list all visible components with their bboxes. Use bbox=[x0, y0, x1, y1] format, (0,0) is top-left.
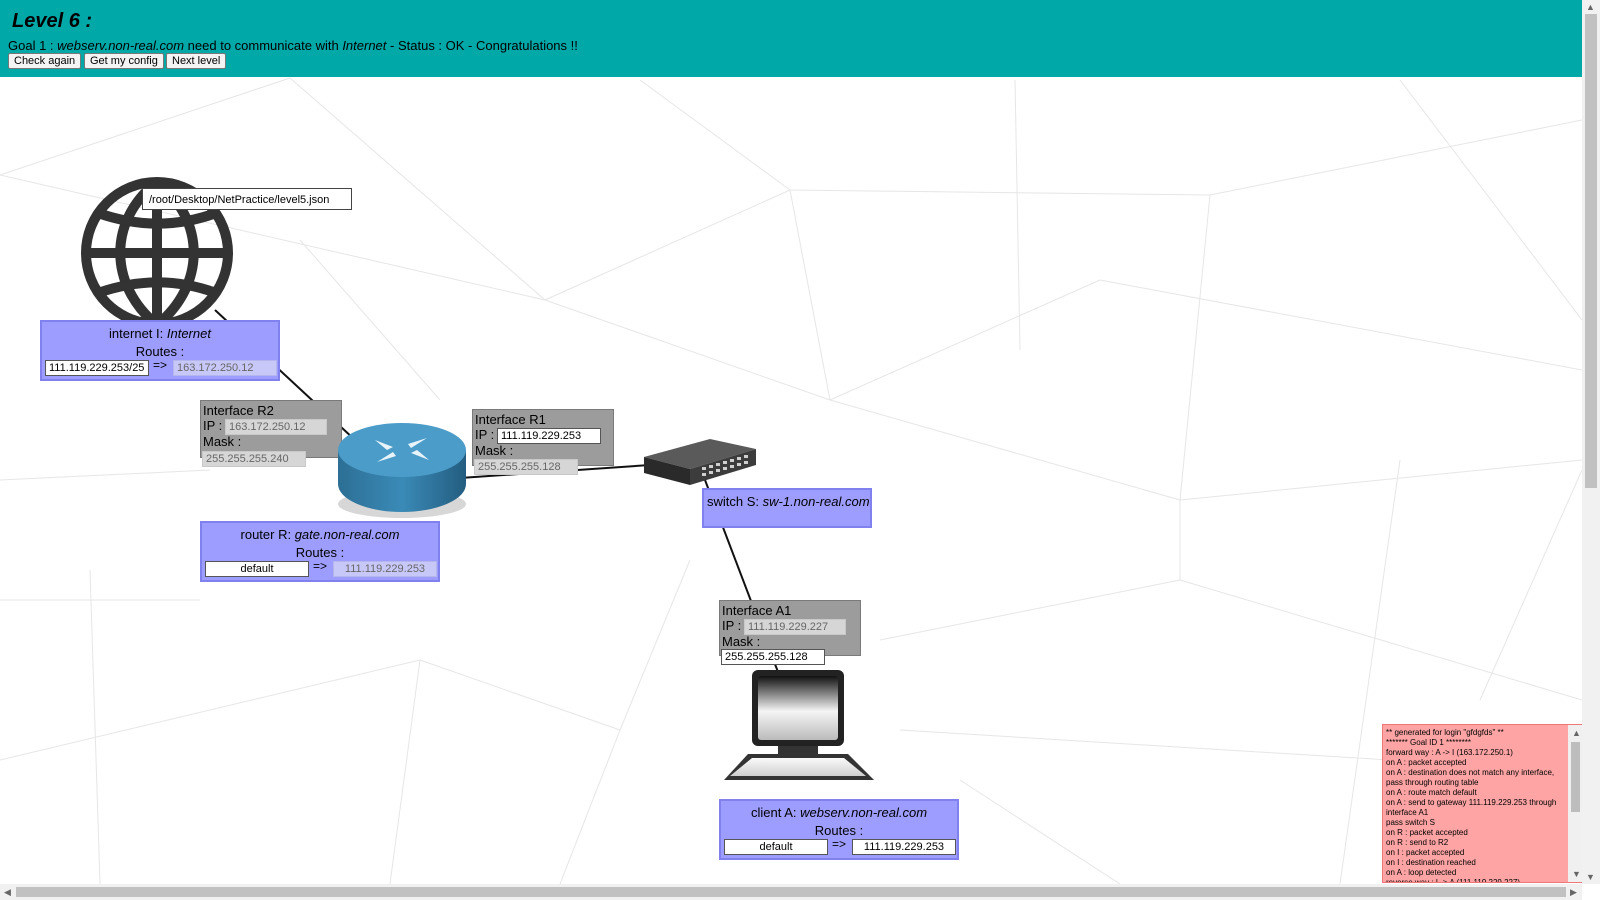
client-route-gateway-input[interactable]: 111.119.229.253 bbox=[852, 839, 956, 855]
client-route-arrow: => bbox=[832, 837, 847, 851]
internet-route-destination-input[interactable]: 111.119.229.253/25 bbox=[45, 360, 149, 376]
switch-icon bbox=[644, 439, 756, 485]
scroll-down-icon[interactable]: ▼ bbox=[1586, 872, 1595, 882]
internet-route-arrow: => bbox=[153, 358, 168, 372]
router-route-gateway: 111.119.229.253 bbox=[333, 561, 437, 577]
get-my-config-button[interactable]: Get my config bbox=[84, 53, 164, 69]
file-path-tooltip: /root/Desktop/NetPractice/level5.json bbox=[142, 188, 352, 210]
check-again-button[interactable]: Check again bbox=[8, 53, 82, 69]
interface-a1-mask-label: Mask : bbox=[722, 634, 761, 649]
next-level-button[interactable]: Next level bbox=[166, 53, 227, 69]
router-name: gate.non-real.com bbox=[294, 527, 400, 542]
log-scrollbar[interactable]: ▲ ▼ bbox=[1568, 725, 1583, 882]
interface-r2-box: Interface R2 IP : 163.172.250.12 Mask : bbox=[200, 400, 342, 458]
router-icon bbox=[338, 423, 466, 518]
interface-a1-ip-label: IP : bbox=[722, 618, 742, 633]
interface-a1-ip-field: 111.119.229.227 bbox=[744, 619, 846, 635]
interface-a1-box: Interface A1 IP : 111.119.229.227 Mask : bbox=[719, 600, 861, 656]
goal-prefix: Goal 1 : bbox=[8, 38, 58, 53]
log-line: on I : packet accepted bbox=[1386, 848, 1465, 857]
level-header: Level 6 : Goal 1 : webserv.non-real.com … bbox=[0, 0, 1582, 77]
log-line: on A : packet accepted bbox=[1386, 758, 1467, 767]
internet-node-box: internet I: Internet Routes : 111.119.22… bbox=[40, 320, 280, 381]
log-line: on A : loop detected bbox=[1386, 868, 1457, 877]
router-node-box: router R: gate.non-real.com Routes : def… bbox=[200, 521, 440, 582]
scroll-left-icon[interactable]: ◀ bbox=[4, 887, 11, 897]
vertical-scrollbar[interactable]: ▲ ▼ bbox=[1582, 0, 1600, 884]
goal-source-host: webserv.non-real.com bbox=[57, 38, 185, 53]
log-line: on A : route match default bbox=[1386, 788, 1477, 797]
horizontal-scrollbar[interactable]: ◀ ▶ bbox=[0, 884, 1582, 900]
router-route-arrow: => bbox=[313, 559, 328, 573]
log-scrollbar-thumb[interactable] bbox=[1571, 742, 1580, 812]
horizontal-scrollbar-thumb[interactable] bbox=[16, 887, 1566, 897]
log-text: ** generated for login "gfdgfds" ** *****… bbox=[1386, 728, 1563, 883]
internet-label: internet I: bbox=[109, 326, 167, 341]
router-route-destination-input[interactable]: default bbox=[205, 561, 309, 577]
switch-node-box: switch S: sw-1.non-real.com bbox=[702, 488, 872, 528]
interface-r1-ip-label: IP : bbox=[475, 427, 495, 442]
interface-r1-mask-label: Mask : bbox=[475, 443, 514, 458]
goal-middle-text: need to communicate with bbox=[184, 38, 343, 53]
interface-r1-box: Interface R1 IP : 111.119.229.253 Mask : bbox=[472, 409, 614, 466]
log-line: ******* Goal ID 1 ******** bbox=[1386, 738, 1471, 747]
client-route-destination-input[interactable]: default bbox=[724, 839, 828, 855]
client-node-box: client A: webserv.non-real.com Routes : … bbox=[719, 799, 959, 860]
log-scroll-up-icon[interactable]: ▲ bbox=[1572, 728, 1581, 738]
log-line: on I : destination reached bbox=[1386, 858, 1476, 867]
interface-a1-mask-input[interactable]: 255.255.255.128 bbox=[721, 649, 825, 665]
interface-r1-title: Interface R1 bbox=[475, 412, 546, 427]
interface-r1-ip-input[interactable]: 111.119.229.253 bbox=[497, 428, 601, 444]
client-label: client A: bbox=[750, 805, 801, 820]
log-line: on A : send to gateway 111.119.229.253 t… bbox=[1386, 798, 1557, 817]
goal-status-text: - Status : OK - Congratulations !! bbox=[386, 38, 578, 53]
log-line: on A : destination does not match any in… bbox=[1386, 768, 1555, 787]
interface-r2-ip-field: 163.172.250.12 bbox=[225, 419, 327, 435]
interface-r2-mask-label: Mask : bbox=[203, 434, 242, 449]
log-panel[interactable]: ** generated for login "gfdgfds" ** *****… bbox=[1382, 724, 1584, 883]
level-title: Level 6 : bbox=[12, 10, 93, 32]
switch-name: sw-1.non-real.com bbox=[762, 494, 870, 509]
log-line: on R : packet accepted bbox=[1386, 828, 1468, 837]
log-scroll-down-icon[interactable]: ▼ bbox=[1572, 869, 1581, 879]
internet-name: Internet bbox=[166, 326, 211, 341]
log-line: on R : send to R2 bbox=[1386, 838, 1449, 847]
scroll-right-icon[interactable]: ▶ bbox=[1570, 887, 1577, 897]
router-label: router R: bbox=[240, 527, 295, 542]
interface-r2-ip-label: IP : bbox=[203, 418, 223, 433]
log-line: ** generated for login "gfdgfds" ** bbox=[1386, 728, 1504, 737]
client-name: webserv.non-real.com bbox=[800, 805, 928, 820]
computer-icon bbox=[724, 670, 874, 780]
log-line: reverse way : I -> A (111.119.229.227) bbox=[1386, 878, 1521, 883]
switch-label: switch S: bbox=[707, 494, 763, 509]
goal-target-host: Internet bbox=[342, 38, 387, 53]
vertical-scrollbar-thumb[interactable] bbox=[1585, 14, 1597, 488]
interface-r1-mask-field: 255.255.255.128 bbox=[474, 459, 578, 475]
interface-r2-title: Interface R2 bbox=[203, 403, 274, 418]
internet-route-gateway: 163.172.250.12 bbox=[173, 360, 277, 376]
interface-r2-mask-field: 255.255.255.240 bbox=[202, 451, 306, 467]
interface-a1-title: Interface A1 bbox=[722, 603, 792, 618]
goal-status-line: Goal 1 : webserv.non-real.com need to co… bbox=[8, 38, 578, 53]
log-line: forward way : A -> I (163.172.250.1) bbox=[1386, 748, 1513, 757]
log-line: pass switch S bbox=[1386, 818, 1435, 827]
scroll-up-icon[interactable]: ▲ bbox=[1586, 2, 1595, 12]
